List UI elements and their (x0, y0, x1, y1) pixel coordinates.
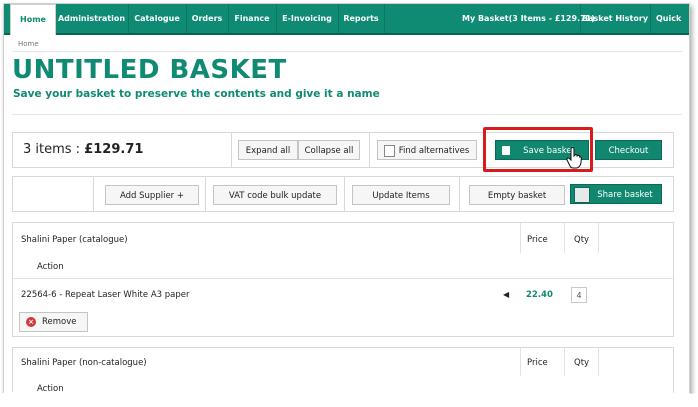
breadcrumb[interactable]: Home (18, 40, 39, 48)
app-window: Home Administration Catalogue Orders Fin… (3, 3, 690, 405)
top-nav: Home Administration Catalogue Orders Fin… (4, 4, 689, 35)
nav-home[interactable]: Home (10, 4, 56, 35)
price-header: Price (527, 235, 548, 245)
divider (12, 51, 682, 52)
qty-header: Qty (574, 235, 590, 245)
nav-quick[interactable]: Quick (650, 4, 689, 33)
hand-cursor-icon (566, 147, 582, 169)
supplier-section: Shalini Paper (catalogue) Price Qty Acti… (12, 222, 674, 337)
nav-reports[interactable]: Reports (338, 4, 385, 33)
remove-button[interactable]: × Remove (19, 312, 88, 332)
divider (12, 114, 682, 115)
nav-orders[interactable]: Orders (186, 4, 229, 33)
nav-administration[interactable]: Administration (55, 4, 129, 33)
expand-all-button[interactable]: Expand all (238, 140, 298, 160)
copy-icon (384, 145, 395, 157)
find-alternatives-button[interactable]: Find alternatives (377, 140, 477, 160)
nav-catalogue[interactable]: Catalogue (128, 4, 187, 33)
triangle-left-icon[interactable]: ◀ (503, 290, 509, 299)
share-basket-button[interactable]: Share basket (570, 184, 662, 204)
basket-toolbar: Add Supplier + VAT code bulk update Upda… (12, 176, 674, 212)
nav-my-basket[interactable]: My Basket(3 Items - £129.71) (462, 4, 595, 33)
basket-total: £129.71 (84, 142, 144, 157)
qty-header: Qty (574, 358, 590, 368)
torn-edge (0, 390, 698, 407)
user-icon (574, 187, 590, 203)
item-description[interactable]: 22564-6 - Repeat Laser White A3 paper (21, 290, 189, 300)
page-subtitle: Save your basket to preserve the content… (13, 88, 380, 100)
add-supplier-button[interactable]: Add Supplier + (105, 185, 199, 205)
item-price: 22.40 (526, 290, 553, 300)
price-header: Price (527, 358, 548, 368)
quantity-field[interactable]: 4 (571, 287, 587, 303)
empty-basket-button[interactable]: Empty basket (469, 185, 565, 205)
update-items-button[interactable]: Update Items (352, 185, 450, 205)
nav-finance[interactable]: Finance (228, 4, 277, 33)
nav-einvoicing[interactable]: E-Invoicing (276, 4, 339, 33)
remove-icon: × (26, 317, 36, 327)
supplier-name: Shalini Paper (catalogue) (21, 235, 128, 245)
vat-bulk-update-button[interactable]: VAT code bulk update (213, 185, 337, 205)
nav-basket-history[interactable]: Basket History (580, 4, 651, 33)
page-title: UNTITLED BASKET (12, 55, 287, 85)
action-header: Action (37, 262, 64, 272)
supplier-name: Shalini Paper (non-catalogue) (21, 358, 147, 368)
items-count: 3 items : (23, 142, 85, 157)
basket-summary: 3 items : £129.71 (23, 142, 143, 157)
collapse-all-button[interactable]: Collapse all (298, 140, 360, 160)
checkout-button[interactable]: Checkout (595, 140, 662, 160)
